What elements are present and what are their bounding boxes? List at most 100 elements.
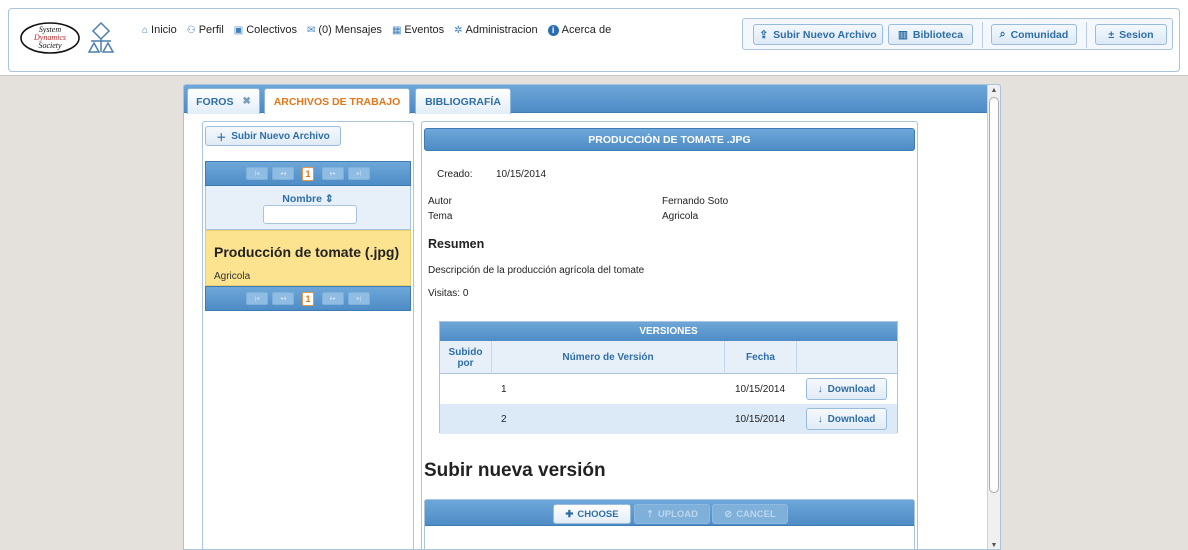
versions-header-row: Subido por Número de Versión Fecha (440, 341, 897, 374)
column-label: Nombre (282, 193, 322, 205)
current-page[interactable]: 1 (302, 291, 314, 306)
nav-acerca-de[interactable]: i Acerca de (547, 24, 612, 36)
main-panel: FOROS ✖ ARCHIVOS DE TRABAJO BIBLIOGRAFÍA… (183, 84, 1001, 550)
column-header-version-number[interactable]: Número de Versión (492, 341, 725, 374)
current-page[interactable]: 1 (302, 166, 314, 181)
download-button[interactable]: ↓ Download (806, 378, 887, 400)
name-filter-input[interactable] (263, 205, 357, 224)
gear-icon: ✲ (454, 24, 463, 36)
scroll-down-arrow-icon[interactable]: ▼ (989, 540, 999, 549)
next-page-button[interactable]: ▸▸ (322, 167, 344, 180)
community-button[interactable]: ⌕ Comunidad (991, 24, 1077, 45)
previous-page-button[interactable]: ◂◂ (272, 167, 294, 180)
download-icon: ↓ (817, 413, 823, 425)
vertical-scrollbar[interactable]: ▲ ▼ (987, 85, 1000, 549)
button-label: CHOOSE (577, 508, 619, 520)
table-row: 1 10/15/2014 ↓ Download (440, 374, 897, 404)
close-icon[interactable]: ✖ (242, 96, 250, 107)
sort-icon[interactable]: ⇕ (325, 193, 334, 205)
uploaded-by-cell (444, 374, 492, 404)
created-value: 10/15/2014 (496, 169, 547, 180)
button-label: Subir Nuevo Archivo (231, 130, 330, 142)
button-label: UPLOAD (657, 508, 699, 520)
file-topic: Agricola (214, 271, 251, 282)
tab-archivos-de-trabajo[interactable]: ARCHIVOS DE TRABAJO (264, 88, 410, 114)
download-button[interactable]: ↓ Download (806, 408, 887, 430)
plus-icon: ✚ (565, 508, 574, 520)
name-column-header[interactable]: Nombre ⇕ (205, 186, 411, 230)
scrollbar-thumb[interactable] (989, 97, 999, 493)
date-cell: 10/15/2014 (735, 413, 786, 425)
author-value: Fernando Soto (662, 196, 729, 207)
library-icon: ▥ (897, 28, 908, 41)
nav-mensajes[interactable]: ✉ (0) Mensajes (307, 24, 382, 36)
nav-inicio[interactable]: ⌂ Inicio (142, 24, 177, 36)
paginator-bottom: |◂ ◂◂ 1 ▸▸ ▸| (205, 286, 411, 311)
session-button[interactable]: ± Sesion (1095, 24, 1167, 45)
tab-label: BIBLIOGRAFÍA (425, 95, 501, 108)
home-icon: ⌂ (142, 24, 149, 36)
nav-label: Inicio (151, 24, 177, 36)
button-label: Sesion (1119, 28, 1154, 41)
summary-text: Descripción de la producción agrícola de… (428, 265, 645, 276)
author-label: Autor (428, 196, 452, 207)
date-cell: 10/15/2014 (735, 383, 786, 395)
upload-new-file-button-secondary[interactable]: ＋ Subir Nuevo Archivo (205, 126, 341, 146)
last-page-button[interactable]: ▸| (348, 167, 370, 180)
user-icon: ⚇ (186, 24, 196, 36)
version-number-cell: 2 (501, 413, 507, 425)
nav-label: Administracion (465, 24, 538, 36)
cancel-icon: ⊘ (724, 508, 733, 520)
last-page-button[interactable]: ▸| (348, 292, 370, 305)
uploader-toolbar: ✚ CHOOSE ⇡ UPLOAD ⊘ CANCEL (425, 500, 914, 526)
previous-page-button[interactable]: ◂◂ (272, 292, 294, 305)
divider (1086, 22, 1087, 48)
cancel-button[interactable]: ⊘ CANCEL (712, 504, 788, 524)
nav-label: (0) Mensajes (318, 24, 382, 36)
first-page-button[interactable]: |◂ (246, 292, 268, 305)
button-label: Download (827, 383, 876, 395)
nav-eventos[interactable]: ▦ Eventos (392, 24, 444, 36)
upload-new-file-button[interactable]: ⇪ Subir Nuevo Archivo (753, 24, 883, 45)
tab-foros[interactable]: FOROS ✖ (187, 88, 260, 114)
button-label: Comunidad (1010, 28, 1069, 41)
nav-label: Perfil (198, 24, 224, 36)
versions-table: VERSIONES Subido por Número de Versión F… (439, 321, 898, 434)
logout-icon: ± (1108, 28, 1115, 41)
tab-bar: FOROS ✖ ARCHIVOS DE TRABAJO BIBLIOGRAFÍA (184, 85, 1000, 114)
created-label: Creado: (437, 169, 473, 180)
nav-perfil[interactable]: ⚇ Perfil (187, 24, 224, 36)
button-label: CANCEL (736, 508, 776, 520)
choose-file-button[interactable]: ✚ CHOOSE (553, 504, 631, 524)
upload-file-icon: ⇪ (759, 28, 769, 41)
library-button[interactable]: ▥ Biblioteca (888, 24, 973, 45)
button-label: Download (827, 413, 876, 425)
column-title: Nombre ⇕ (206, 193, 410, 205)
scroll-up-arrow-icon[interactable]: ▲ (989, 85, 999, 96)
tab-label: ARCHIVOS DE TRABAJO (273, 95, 401, 108)
list-item[interactable]: Producción de tomate (.jpg) Agricola (205, 230, 411, 286)
file-list-panel: ＋ Subir Nuevo Archivo |◂ ◂◂ 1 ▸▸ ▸| Nomb… (202, 121, 414, 549)
society-emblem-icon (87, 21, 115, 53)
file-detail-header: PRODUCCIÓN DE TOMATE .JPG (424, 128, 915, 151)
upload-button[interactable]: ⇡ UPLOAD (634, 504, 710, 524)
nav-administracion[interactable]: ✲ Administracion (454, 24, 538, 36)
header-actions: ⇪ Subir Nuevo Archivo ▥ Biblioteca ⌕ Comuni… (742, 18, 1173, 50)
main-nav: ⌂ Inicio ⚇ Perfil ▣ Colectivos ✉ (0) Mensaje… (142, 24, 611, 36)
next-page-button[interactable]: ▸▸ (322, 292, 344, 305)
system-dynamics-society-logo[interactable]: System Dynamics Society (19, 21, 81, 55)
first-page-button[interactable]: |◂ (246, 167, 268, 180)
upload-icon: ⇡ (645, 508, 654, 520)
nav-label: Acerca de (561, 24, 612, 36)
button-label: Biblioteca (912, 28, 964, 41)
divider (982, 22, 983, 48)
column-header-uploaded-by[interactable]: Subido por (440, 341, 492, 374)
mail-icon: ✉ (306, 24, 316, 36)
uploaded-by-cell (444, 404, 492, 434)
tab-bibliografia[interactable]: BIBLIOGRAFÍA (415, 88, 511, 114)
group-icon: ▣ (233, 24, 244, 36)
upload-version-heading: Subir nueva versión (424, 460, 606, 481)
nav-colectivos[interactable]: ▣ Colectivos (234, 24, 297, 36)
file-title: Producción de tomate (.jpg) (214, 244, 400, 260)
column-header-date[interactable]: Fecha (725, 341, 797, 374)
